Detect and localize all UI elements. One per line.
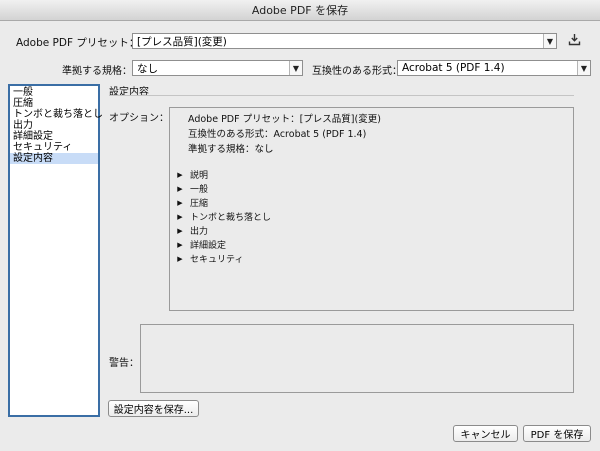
section-divider <box>109 95 574 96</box>
options-label: オプション： <box>109 113 169 124</box>
tree-item-advanced[interactable]: ▶ 詳細設定 <box>175 238 226 252</box>
summary-preset: Adobe PDF プリセット：[プレス品質](変更) <box>188 114 381 125</box>
disclosure-triangle-icon[interactable]: ▶ <box>175 199 185 207</box>
window-title: Adobe PDF を保存 <box>251 4 349 17</box>
sidebar-item-marks-and-bleeds[interactable]: トンボと裁ち落とし <box>10 109 103 120</box>
options-panel[interactable]: Adobe PDF プリセット：[プレス品質](変更) 互換性のある形式：Acr… <box>169 107 574 311</box>
compat-value: Acrobat 5 (PDF 1.4) <box>402 62 505 74</box>
preset-select[interactable]: [プレス品質](変更) ▼ <box>132 33 557 49</box>
disclosure-triangle-icon[interactable]: ▶ <box>175 185 185 193</box>
preset-label: Adobe PDF プリセット： <box>16 37 140 49</box>
sidebar-item-output[interactable]: 出力 <box>10 120 98 131</box>
standard-label: 準拠する規格： <box>62 66 132 77</box>
standard-value: なし <box>137 62 158 75</box>
tree-item-security[interactable]: ▶ セキュリティ <box>175 252 243 266</box>
save-preset-icon[interactable] <box>567 32 582 47</box>
tree-item-description[interactable]: ▶ 説明 <box>175 168 208 182</box>
tree-item-marks-and-bleeds[interactable]: ▶ トンボと裁ち落とし <box>175 210 271 224</box>
disclosure-triangle-icon[interactable]: ▶ <box>175 255 185 263</box>
category-list: 一般 圧縮 トンボと裁ち落とし 出力 詳細設定 セキュリティ 設定内容 <box>8 84 103 417</box>
tree-item-general[interactable]: ▶ 一般 <box>175 182 208 196</box>
chevron-down-icon: ▼ <box>543 34 556 48</box>
standard-select[interactable]: なし ▼ <box>132 60 303 76</box>
summary-compat: 互換性のある形式：Acrobat 5 (PDF 1.4) <box>188 129 367 140</box>
compat-label: 互換性のある形式： <box>312 66 402 77</box>
preset-value: [プレス品質](変更) <box>137 35 227 48</box>
sidebar-item-compression[interactable]: 圧縮 <box>10 98 98 109</box>
sidebar-item-advanced[interactable]: 詳細設定 <box>10 131 98 142</box>
save-pdf-dialog: Adobe PDF を保存 Adobe PDF プリセット： [プレス品質](変… <box>0 0 600 451</box>
disclosure-triangle-icon[interactable]: ▶ <box>175 241 185 249</box>
cancel-button[interactable]: キャンセル <box>453 425 518 442</box>
chevron-down-icon: ▼ <box>289 61 302 75</box>
warning-label: 警告： <box>109 358 139 369</box>
tree-item-compression[interactable]: ▶ 圧縮 <box>175 196 208 210</box>
warning-panel[interactable] <box>140 324 574 393</box>
compat-select[interactable]: Acrobat 5 (PDF 1.4) ▼ <box>397 60 591 76</box>
tree-item-output[interactable]: ▶ 出力 <box>175 224 208 238</box>
chevron-down-icon: ▼ <box>577 61 590 75</box>
sidebar-item-summary[interactable]: 設定内容 <box>10 153 98 164</box>
title-bar: Adobe PDF を保存 <box>0 0 600 21</box>
summary-standard: 準拠する規格：なし <box>188 144 274 155</box>
save-summary-button[interactable]: 設定内容を保存... <box>108 400 199 417</box>
disclosure-triangle-icon[interactable]: ▶ <box>175 213 185 221</box>
sidebar-item-security[interactable]: セキュリティ <box>10 142 98 153</box>
disclosure-triangle-icon[interactable]: ▶ <box>175 171 185 179</box>
disclosure-triangle-icon[interactable]: ▶ <box>175 227 185 235</box>
sidebar-item-general[interactable]: 一般 <box>10 87 98 98</box>
save-pdf-button[interactable]: PDF を保存 <box>523 425 591 442</box>
